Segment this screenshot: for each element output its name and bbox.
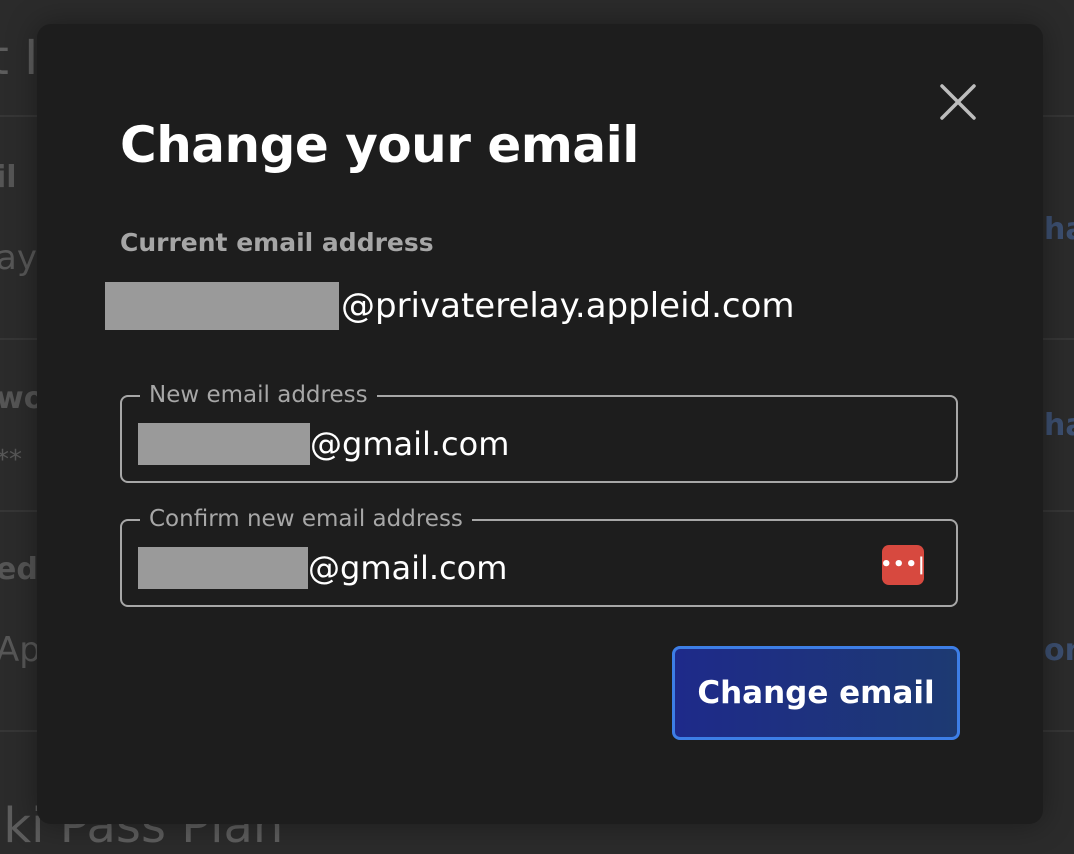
redacted-block — [138, 547, 308, 589]
confirm-email-value[interactable]: @gmail.com — [138, 546, 507, 590]
current-email-value: @privaterelay.appleid.com — [105, 282, 795, 330]
password-manager-glyph: •••| — [880, 554, 926, 575]
background-row-link: ha — [1044, 408, 1074, 443]
background-row-value: ** — [0, 445, 22, 475]
new-email-domain: @gmail.com — [310, 425, 510, 463]
password-manager-icon[interactable]: •••| — [880, 545, 926, 585]
background-row-label: ed — [0, 552, 38, 587]
new-email-label: New email address — [140, 380, 377, 410]
new-email-value[interactable]: @gmail.com — [138, 422, 509, 466]
change-email-button[interactable]: Change email — [672, 646, 960, 740]
redacted-block — [105, 282, 339, 330]
confirm-email-field[interactable]: Confirm new email address @gmail.com •••… — [120, 504, 958, 607]
close-icon[interactable] — [937, 81, 979, 123]
new-email-field[interactable]: New email address @gmail.com — [120, 380, 958, 483]
dialog-title: Change your email — [120, 116, 639, 174]
change-email-dialog: Change your email Current email address … — [37, 24, 1043, 824]
background-row-value: Ap — [0, 630, 41, 670]
current-email-label: Current email address — [120, 228, 434, 257]
current-email-domain: @privaterelay.appleid.com — [341, 286, 795, 326]
redacted-block — [138, 423, 310, 465]
background-row-link: ha — [1044, 212, 1074, 247]
background-row-label: il — [0, 160, 17, 195]
confirm-email-domain: @gmail.com — [308, 549, 508, 587]
background-row-link: on — [1044, 633, 1074, 668]
confirm-email-label: Confirm new email address — [140, 504, 472, 534]
